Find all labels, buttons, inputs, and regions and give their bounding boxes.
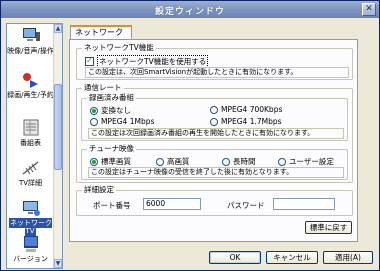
group-title: 通信レート [82, 83, 124, 93]
radio-dot[interactable] [210, 105, 218, 114]
radio-label: 長時間 [233, 157, 256, 166]
settings-panel: ネットワークTV機能 ネットワークTV機能を使用する この設定は、次回Smart… [69, 39, 358, 242]
sidebar-item-label: 録画/再生/予約 [7, 91, 54, 99]
antenna-icon [22, 161, 38, 175]
recorded-program-group: 録画済み番組 変換なし MPEG4 700Kbps MPEG4 1Mbps MP… [81, 93, 348, 141]
network-feature-group: ネットワークTV機能 ネットワークTV機能を使用する この設定は、次回Smart… [76, 43, 353, 80]
radio-dot[interactable] [156, 157, 164, 166]
password-input[interactable] [273, 198, 335, 210]
tuner-note: この設定はチューナ映像の受信を終了した後に有効となります。 [88, 167, 344, 178]
settings-window: 設定ウィンドウ ✕ 映像/音声/操作 録画/再生/予約 番組表 TV詳細 ネット… [0, 0, 380, 271]
radio-mpeg4-1m[interactable]: MPEG4 1Mbps [90, 117, 154, 126]
radio-dot[interactable] [222, 157, 230, 166]
password-label: パスワード [227, 201, 265, 210]
advanced-settings-group: 詳細設定 ポート番号 6000 パスワード [76, 185, 353, 216]
transfer-rate-group: 通信レート 録画済み番組 変換なし MPEG4 700Kbps MPEG4 1M… [76, 83, 353, 183]
group-title: ネットワークTV機能 [82, 43, 156, 53]
cancel-button[interactable]: キャンセル [266, 251, 318, 264]
sidebar-item-label: バージョン [13, 255, 48, 263]
radio-mpeg4-700[interactable]: MPEG4 700Kbps [210, 105, 282, 114]
radio-label: MPEG4 1.7Mbps [221, 117, 282, 126]
title-bar[interactable]: 設定ウィンドウ ✕ [1, 1, 379, 18]
radio-label: 変換なし [101, 106, 131, 115]
close-button[interactable]: ✕ [362, 3, 376, 16]
sidebar-item-label: 映像/音声/操作 [7, 47, 54, 55]
scroll-thumb[interactable] [54, 84, 62, 170]
radio-label: 高画質 [167, 157, 190, 166]
recorded-note: この設定は次回録画済み番組の再生を開始したときに有効になります。 [88, 128, 344, 139]
group-title: 詳細設定 [82, 185, 116, 195]
network-tv-icon [22, 201, 40, 216]
sidebar-item-tv-detail[interactable]: TV詳細 [7, 158, 54, 187]
port-label: ポート番号 [93, 201, 131, 210]
sidebar-item-av-operation[interactable]: 映像/音声/操作 [7, 26, 54, 55]
network-feature-note: この設定は、次回SmartVisionが起動したときに有効になります。 [85, 67, 349, 78]
sidebar-item-label: 番組表 [20, 139, 41, 147]
ok-button[interactable]: OK [209, 251, 261, 264]
radio-label: ユーザー設定 [289, 157, 334, 166]
restore-default-button[interactable]: 標準に戻す [305, 221, 352, 234]
apply-button[interactable]: 適用(A) [323, 251, 373, 264]
scroll-up-button[interactable]: ▲ [54, 24, 62, 33]
sidebar-item-version[interactable]: バージョン [7, 234, 54, 263]
radio-standard-quality[interactable]: 標準画質 [90, 156, 131, 167]
tuner-video-group: チューナ映像 標準画質 高画質 長時間 ユーザー設定 この設定はチューナ映像の受… [81, 144, 348, 180]
checkbox-box[interactable] [85, 56, 94, 66]
radio-label: MPEG4 1Mbps [101, 117, 155, 126]
version-icon [23, 236, 38, 252]
radio-user-setting[interactable]: ユーザー設定 [278, 156, 334, 167]
radio-long-duration[interactable]: 長時間 [222, 156, 256, 167]
sidebar-scrollbar[interactable]: ▲ ▼ [53, 24, 62, 268]
radio-mpeg4-17m[interactable]: MPEG4 1.7Mbps [210, 117, 282, 126]
category-sidebar: 映像/音声/操作 録画/再生/予約 番組表 TV詳細 ネットワークTV バージョ… [6, 23, 63, 269]
program-guide-icon [23, 119, 38, 136]
sidebar-item-program-guide[interactable]: 番組表 [7, 118, 54, 147]
record-play-icon [22, 73, 38, 88]
radio-dot[interactable] [90, 157, 98, 166]
radio-label: 標準画質 [101, 157, 131, 166]
tab-network-tv[interactable]: ネットワークTV [70, 25, 132, 49]
radio-dot[interactable] [90, 117, 98, 126]
radio-dot[interactable] [90, 106, 98, 115]
port-number-input[interactable]: 6000 [143, 198, 201, 210]
monitor-speaker-icon [22, 28, 40, 41]
sidebar-item-network-tv[interactable]: ネットワークTV [7, 198, 54, 236]
radio-high-quality[interactable]: 高画質 [156, 156, 190, 167]
window-title: 設定ウィンドウ [154, 7, 225, 17]
radio-label: MPEG4 700Kbps [221, 105, 283, 114]
group-title: 録画済み番組 [87, 93, 136, 103]
radio-dot[interactable] [278, 157, 286, 166]
sidebar-item-label: TV詳細 [18, 179, 43, 187]
radio-dot[interactable] [210, 117, 218, 126]
radio-no-conversion[interactable]: 変換なし [90, 105, 131, 116]
sidebar-item-record-play[interactable]: 録画/再生/予約 [7, 70, 54, 99]
scroll-down-button[interactable]: ▼ [54, 259, 62, 268]
group-title: チューナ映像 [87, 144, 136, 154]
